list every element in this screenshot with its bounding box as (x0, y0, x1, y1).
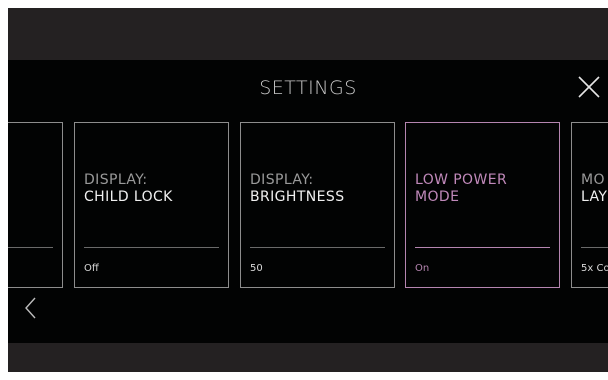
card-value: Off (84, 263, 99, 274)
close-icon (578, 76, 600, 98)
page-title: SETTINGS (259, 77, 357, 99)
card-name-line1: LOW POWER (415, 172, 508, 188)
card-divider (84, 247, 219, 248)
settings-panel: SETTINGS DISPLAY: CHILD LOCK Off DISPLAY… (8, 60, 608, 343)
card-name: CHILD LOCK (84, 189, 173, 205)
card-value: 5x Co (581, 263, 608, 274)
setting-card-layout[interactable]: MO LAY 5x Co (571, 122, 608, 288)
card-value: On (415, 263, 430, 274)
setting-card-brightness[interactable]: DISPLAY: BRIGHTNESS 50 (240, 122, 395, 288)
close-button[interactable] (576, 74, 602, 100)
card-value: 50 (250, 263, 263, 274)
card-category: DISPLAY: (84, 172, 148, 188)
setting-card-child-lock[interactable]: DISPLAY: CHILD LOCK Off (74, 122, 229, 288)
previous-button[interactable] (22, 294, 42, 322)
card-divider (250, 247, 385, 248)
card-name: BRIGHTNESS (250, 189, 345, 205)
card-name-line2: MODE (415, 189, 460, 205)
device-frame: SETTINGS DISPLAY: CHILD LOCK Off DISPLAY… (8, 8, 608, 372)
card-category: DISPLAY: (250, 172, 314, 188)
card-divider (415, 247, 550, 248)
chevron-left-icon (25, 297, 36, 319)
setting-card-hidden-left[interactable] (8, 122, 63, 288)
card-category: MO (581, 172, 605, 188)
setting-card-low-power-mode[interactable]: LOW POWER MODE On (405, 122, 560, 288)
card-divider (581, 247, 608, 248)
card-name: LAY (581, 189, 608, 205)
card-divider (8, 247, 53, 248)
